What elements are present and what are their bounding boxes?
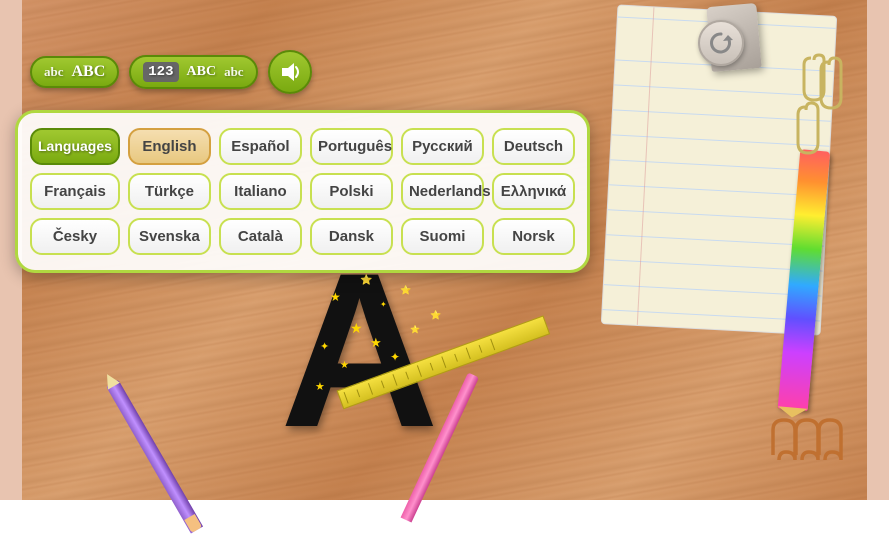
- reset-icon: [708, 30, 734, 56]
- btn-123-label: 123: [143, 62, 178, 82]
- toolbar: abc ABC 123 ABC abc: [30, 50, 312, 94]
- lang-btn-english[interactable]: English: [128, 128, 211, 165]
- lang-btn-suomi[interactable]: Suomi: [401, 218, 484, 255]
- paperclips-bottom: [764, 410, 844, 470]
- lang-btn-russian[interactable]: Русский: [401, 128, 484, 165]
- language-panel: Languages English Español Português Русс…: [15, 110, 590, 273]
- languages-header: Languages: [30, 128, 120, 165]
- lang-btn-francais[interactable]: Français: [30, 173, 120, 210]
- sound-button[interactable]: [268, 50, 312, 94]
- lang-btn-italiano[interactable]: Italiano: [219, 173, 302, 210]
- wall-right: [867, 0, 889, 500]
- btn-abc2-label: abc: [224, 64, 244, 80]
- lang-btn-espanol[interactable]: Español: [219, 128, 302, 165]
- lang-btn-turkce[interactable]: Türkçe: [128, 173, 211, 210]
- lang-btn-svenska[interactable]: Svenska: [128, 218, 211, 255]
- btn-abc-label: abc: [44, 64, 64, 80]
- mode-btn-lowercase-uppercase[interactable]: abc ABC: [30, 56, 119, 88]
- lang-btn-nederlands[interactable]: Nederlands: [401, 173, 484, 210]
- lang-btn-portugues[interactable]: Português: [310, 128, 393, 165]
- lang-btn-polski[interactable]: Polski: [310, 173, 393, 210]
- letter-display: A: [280, 240, 439, 460]
- paperclips-right-top: [794, 50, 854, 170]
- lang-btn-dansk[interactable]: Dansk: [310, 218, 393, 255]
- mode-btn-numbers[interactable]: 123 ABC abc: [129, 55, 257, 89]
- lang-btn-catala[interactable]: Català: [219, 218, 302, 255]
- btn-ABC2-label: ABC: [187, 64, 217, 80]
- lang-btn-cesky[interactable]: Česky: [30, 218, 120, 255]
- lang-btn-norsk[interactable]: Norsk: [492, 218, 575, 255]
- reset-button[interactable]: [698, 20, 744, 66]
- btn-ABC-label: ABC: [72, 63, 106, 81]
- lang-btn-greek[interactable]: Ελληνικά: [492, 173, 575, 210]
- sound-icon: [279, 61, 301, 83]
- lang-btn-deutsch[interactable]: Deutsch: [492, 128, 575, 165]
